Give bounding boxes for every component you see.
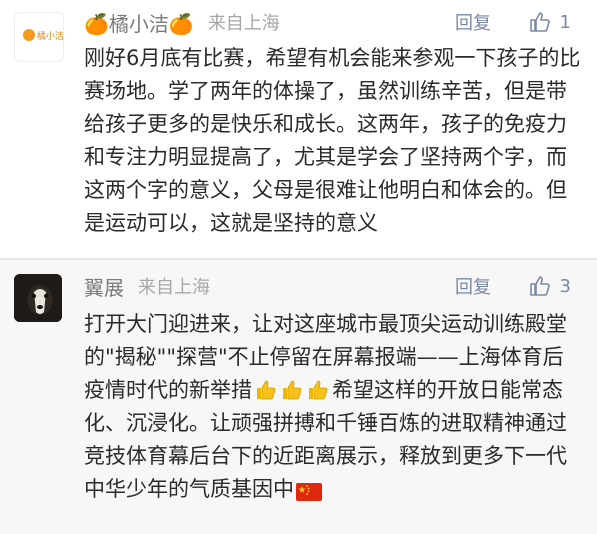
location-label: 来自上海 bbox=[207, 13, 280, 34]
comment-item: 橘小洁 🍊橘小洁🍊 来自上海 回复 1 刚好6月底有比赛，希望有机会能来参观一下… bbox=[0, 0, 597, 260]
dog-photo-icon bbox=[14, 274, 62, 322]
reply-button[interactable]: 回复 bbox=[455, 9, 491, 35]
like-count: 1 bbox=[559, 11, 571, 33]
thumbs-up-icon bbox=[529, 276, 550, 296]
thumbs-up-icon bbox=[283, 380, 302, 400]
location-label: 来自上海 bbox=[138, 277, 210, 298]
comment-text: 打开大门迎进来，让对这座城市最顶尖运动训练殿堂的"揭秘""探营"不止停留在屏幕报… bbox=[84, 308, 584, 506]
thumbs-up-icon bbox=[257, 380, 276, 400]
user-name[interactable]: 翼展 bbox=[84, 272, 124, 301]
thumbs-up-icon bbox=[529, 12, 550, 32]
flag-emoji bbox=[296, 483, 322, 501]
svg-text:橘小洁: 橘小洁 bbox=[37, 30, 63, 42]
comment-text: 刚好6月底有比赛，希望有机会能来参观一下孩子的比赛场地。学了两年的体操了，虽然训… bbox=[84, 46, 581, 235]
avatar[interactable] bbox=[14, 274, 62, 322]
emoji-group bbox=[254, 378, 330, 402]
avatar[interactable]: 橘小洁 bbox=[14, 12, 64, 62]
orange-logo-icon: 橘小洁 bbox=[23, 29, 63, 42]
user-name[interactable]: 🍊橘小洁🍊 bbox=[84, 8, 194, 37]
like-button[interactable]: 1 bbox=[528, 10, 571, 34]
thumbs-up-icon bbox=[309, 380, 328, 400]
like-button[interactable]: 3 bbox=[528, 274, 571, 298]
comment-item: 翼展 来自上海 回复 3 打开大门迎进来，让对这座城市最顶尖运动训练殿堂的"揭秘… bbox=[0, 260, 597, 534]
like-count: 3 bbox=[559, 275, 571, 297]
reply-button[interactable]: 回复 bbox=[455, 273, 491, 299]
china-flag-icon bbox=[296, 483, 322, 501]
